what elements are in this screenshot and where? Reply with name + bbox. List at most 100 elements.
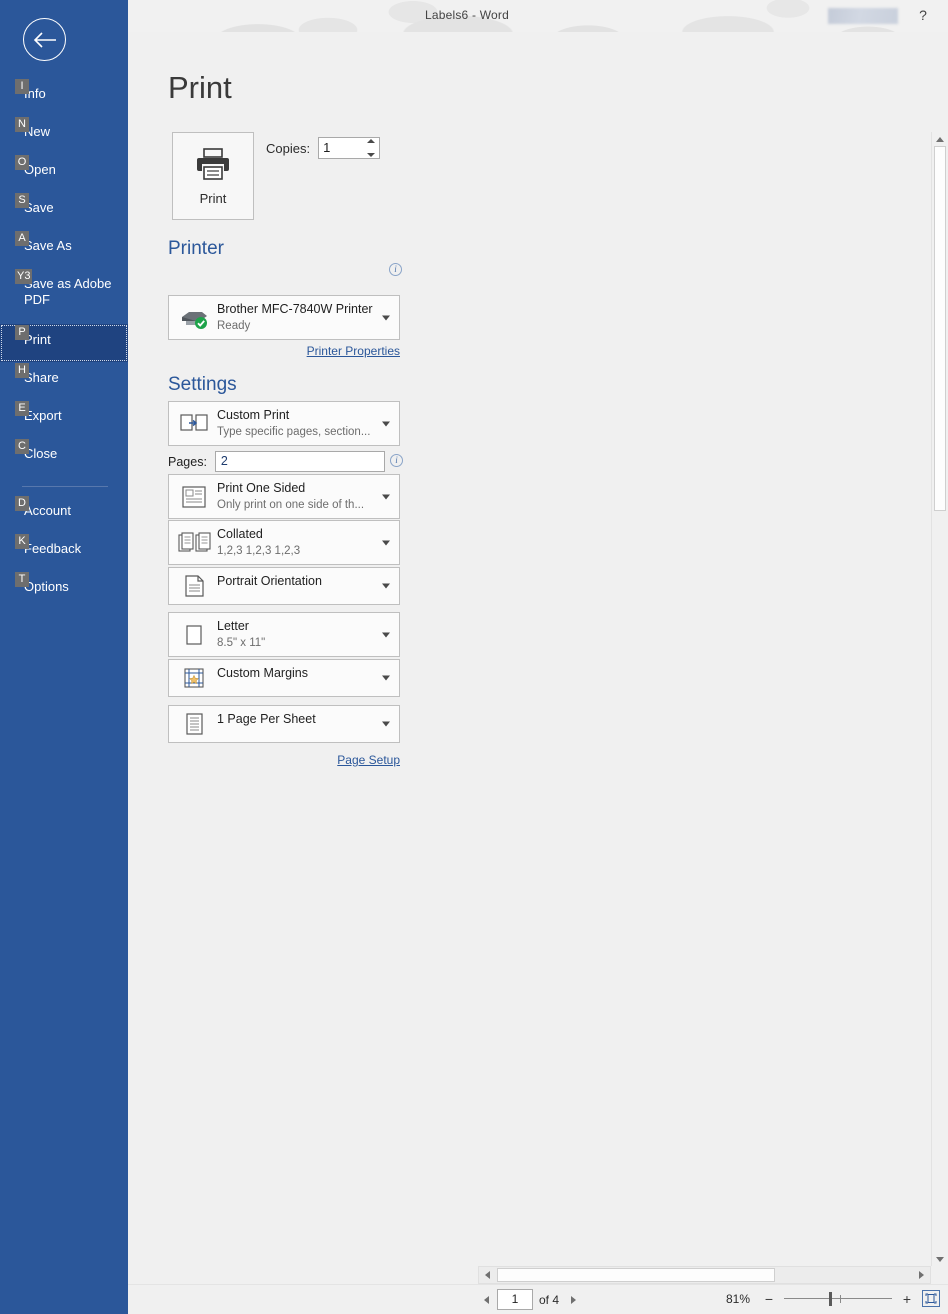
previous-page-button[interactable] (478, 1295, 494, 1304)
settings-section-heading: Settings (168, 374, 237, 395)
zoom-to-page-button[interactable] (922, 1290, 940, 1307)
stepper-up-icon[interactable] (366, 139, 375, 143)
chevron-down-icon[interactable] (382, 632, 390, 637)
pages-input[interactable]: 2 (214, 451, 385, 472)
copies-label: Copies: (266, 140, 311, 156)
sidebar-item-account[interactable]: D Account (0, 495, 128, 533)
sidebar-item-save[interactable]: S Save (0, 192, 128, 230)
current-page-input[interactable]: 1 (497, 1289, 533, 1310)
print-button[interactable]: Print (172, 132, 254, 220)
pages-per-sheet-icon (177, 712, 211, 736)
printer-info-icon[interactable]: i (389, 263, 402, 276)
accesskey-badge: K (15, 534, 29, 549)
back-arrow-icon (33, 31, 56, 48)
status-bar: 1 of 4 81% − + (128, 1284, 948, 1314)
custom-margins-icon (177, 666, 211, 690)
setting-title: Portrait Orientation (217, 574, 322, 588)
chevron-down-icon[interactable] (382, 315, 390, 320)
printer-select[interactable]: Brother MFC-7840W Printer Ready (168, 295, 400, 340)
chevron-down-icon[interactable] (382, 540, 390, 545)
setting-orientation[interactable]: Portrait Orientation (168, 567, 400, 605)
sidebar-item-options[interactable]: T Options (0, 571, 128, 609)
chevron-down-icon[interactable] (382, 721, 390, 727)
preview-vertical-scrollbar[interactable] (931, 132, 948, 1266)
copies-input[interactable]: 1 (318, 137, 381, 159)
sidebar-item-export[interactable]: E Export (0, 400, 128, 438)
zoom-in-button[interactable]: + (900, 1291, 914, 1307)
chevron-down-icon[interactable] (382, 583, 390, 589)
portrait-orientation-icon (177, 574, 211, 598)
copies-row: Copies: 1 (266, 137, 381, 159)
accesskey-badge: D (15, 496, 29, 511)
scroll-right-button[interactable] (913, 1267, 930, 1283)
setting-title: Collated (217, 527, 263, 541)
sidebar-item-feedback[interactable]: K Feedback (0, 533, 128, 571)
accesskey-badge: C (15, 439, 29, 454)
back-button[interactable] (23, 18, 66, 61)
page-setup-link[interactable]: Page Setup (168, 753, 400, 767)
preview-horizontal-scrollbar[interactable] (478, 1266, 931, 1284)
printer-name: Brother MFC-7840W Printer (217, 302, 373, 316)
pages-row: Pages: 2 (168, 451, 385, 472)
scroll-down-button[interactable] (932, 1252, 948, 1266)
fit-page-icon (925, 1293, 937, 1304)
zoom-slider-thumb[interactable] (829, 1291, 832, 1306)
horizontal-scroll-thumb[interactable] (497, 1268, 775, 1282)
chevron-right-icon (570, 1295, 576, 1304)
pages-label: Pages: (168, 454, 207, 469)
help-button[interactable]: ? (908, 0, 938, 30)
zoom-out-button[interactable]: − (762, 1291, 776, 1307)
zoom-slider[interactable] (784, 1291, 892, 1306)
print-button-label: Print (199, 191, 227, 206)
sidebar-item-new[interactable]: N New (0, 116, 128, 154)
setting-duplex[interactable]: Print One Sided Only print on one side o… (168, 474, 400, 519)
zoom-level-label[interactable]: 81% (726, 1292, 750, 1306)
setting-title: 1 Page Per Sheet (217, 712, 316, 726)
chevron-right-icon (919, 1271, 924, 1279)
sidebar-item-label: Share (24, 370, 59, 385)
setting-print-range[interactable]: Custom Print Type specific pages, sectio… (168, 401, 400, 446)
setting-margins[interactable]: Custom Margins (168, 659, 400, 697)
chevron-down-icon[interactable] (382, 421, 390, 426)
collated-icon (177, 531, 211, 555)
vertical-scroll-thumb[interactable] (934, 146, 946, 511)
sidebar-item-close[interactable]: C Close (0, 438, 128, 476)
setting-title: Letter (217, 619, 249, 633)
sidebar-item-save-as[interactable]: A Save As (0, 230, 128, 268)
accesskey-badge: O (15, 155, 29, 170)
sidebar-item-label: Export (24, 408, 62, 423)
sidebar-item-save-as-adobe-pdf[interactable]: Y3 Save as Adobe PDF (0, 268, 128, 324)
scroll-up-button[interactable] (932, 132, 948, 146)
accesskey-badge: A (15, 231, 29, 246)
scroll-left-button[interactable] (479, 1267, 496, 1283)
pages-info-icon[interactable]: i (390, 454, 403, 467)
copies-stepper[interactable] (365, 139, 376, 157)
setting-paper-size[interactable]: Letter 8.5" x 11" (168, 612, 400, 657)
account-name-redacted (828, 8, 898, 24)
accesskey-badge: Y3 (15, 269, 33, 284)
page-count-label: of 4 (539, 1292, 560, 1307)
stepper-down-icon[interactable] (366, 153, 375, 157)
accesskey-badge: P (15, 325, 29, 340)
printer-properties-link[interactable]: Printer Properties (168, 344, 400, 358)
setting-pages-per-sheet[interactable]: 1 Page Per Sheet (168, 705, 400, 743)
sidebar-item-print[interactable]: P Print (0, 324, 128, 362)
print-preview-area[interactable]: COMMUTER Dates: 7/20/2018;7/21/2018;7/22… (448, 32, 948, 1314)
setting-collation[interactable]: Collated 1,2,3 1,2,3 1,2,3 (168, 520, 400, 565)
chevron-down-icon[interactable] (382, 675, 390, 681)
setting-subtitle: Only print on one side of th... (217, 499, 365, 511)
one-sided-icon (177, 485, 211, 509)
next-page-button[interactable] (565, 1295, 581, 1304)
sidebar-item-open[interactable]: O Open (0, 154, 128, 192)
chevron-left-icon (483, 1295, 489, 1304)
sidebar-item-info[interactable]: I Info (0, 78, 128, 116)
accesskey-badge: H (15, 363, 29, 378)
sidebar-item-share[interactable]: H Share (0, 362, 128, 400)
chevron-down-icon[interactable] (382, 494, 390, 499)
sidebar-item-label: Options (24, 579, 69, 594)
window-title: Labels6 - Word (425, 8, 509, 22)
title-bar: Labels6 - Word ? ✕ (128, 0, 948, 32)
title-bar-background (128, 0, 948, 32)
print-settings-pane: Print Print Copies: 1 Printer i Brother … (128, 32, 448, 1314)
paper-size-icon (177, 623, 211, 647)
